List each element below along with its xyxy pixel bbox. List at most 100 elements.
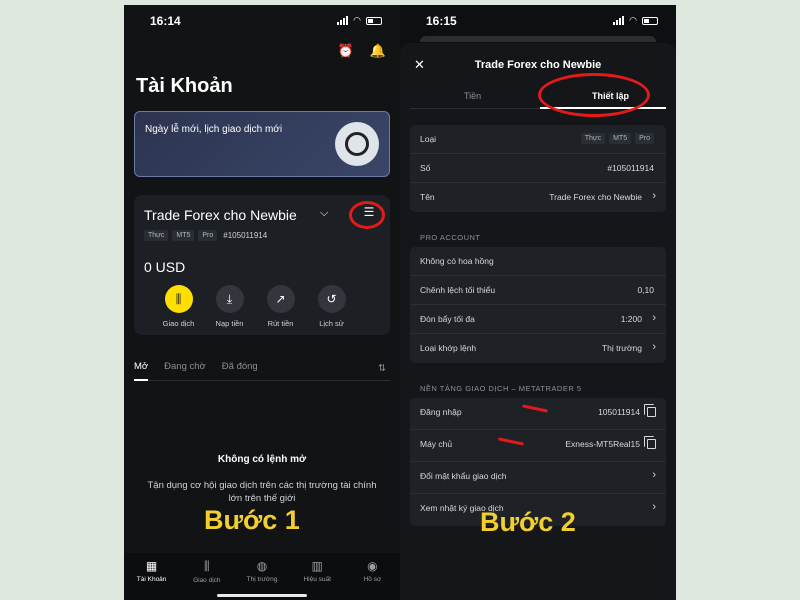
tab-closed[interactable]: Đã đóng: [222, 359, 258, 380]
sheet-backdrop: [420, 36, 656, 42]
row-value: 105011914: [598, 407, 640, 417]
order-tabs: Mở Đang chờ Đã đóng ⇅: [134, 359, 390, 381]
row-value: #105011914: [607, 163, 654, 173]
bell-icon[interactable]: 🔔: [370, 43, 386, 59]
trade-button[interactable]: ⫼ Giao dịch: [162, 285, 195, 328]
account-tag: Thực: [144, 230, 169, 241]
account-settings-sheet: ✕ Trade Forex cho Newbie Tiền Thiết lập …: [400, 43, 676, 600]
account-name[interactable]: Trade Forex cho Newbie: [144, 207, 297, 223]
nav-markets[interactable]: ◍ Thị trường: [234, 553, 289, 600]
withdraw-button[interactable]: ↗ Rút tiền: [264, 285, 297, 328]
section-label: PRO ACCOUNT: [420, 233, 481, 242]
signal-icon: [613, 16, 625, 25]
performance-icon: ▥: [311, 559, 323, 573]
row-key: Đăng nhập: [420, 407, 462, 417]
account-tag: Thực: [580, 133, 606, 144]
alarm-icon[interactable]: ⏰: [338, 43, 354, 59]
nav-accounts[interactable]: ▦ Tài Khoản: [124, 553, 179, 600]
section-label: NỀN TẢNG GIAO DỊCH – METATRADER 5: [420, 384, 582, 393]
accounts-icon: ▦: [145, 559, 158, 573]
row-key: Tên: [420, 192, 435, 202]
battery-icon: [642, 16, 658, 25]
copy-icon[interactable]: [644, 404, 656, 417]
row-key: Loại khớp lệnh: [420, 343, 477, 353]
promo-banner[interactable]: Ngày lễ mới, lịch giao dịch mới: [134, 111, 390, 177]
account-balance: 0 USD: [144, 259, 186, 275]
annotation-circle: [538, 73, 650, 117]
account-card: Trade Forex cho Newbie ⌵ ☰ Thực MT5 Pro …: [134, 195, 390, 335]
info-row-server: Máy chủ Exness-MT5Real15: [410, 430, 666, 462]
sort-icon[interactable]: ⇅: [378, 361, 386, 374]
empty-state-subtitle: Tận dụng cơ hội giao dịch trên các thị t…: [147, 480, 377, 505]
info-row-name[interactable]: Tên Trade Forex cho Newbie ›: [410, 183, 666, 212]
nav-label: Hiệu suất: [303, 576, 331, 583]
history-button[interactable]: ↺ Lịch sử: [315, 285, 348, 328]
status-bar: 16:15 ◠: [400, 5, 676, 35]
row-value: Trade Forex cho Newbie: [549, 192, 642, 202]
copy-icon[interactable]: [644, 436, 656, 449]
home-indicator: [217, 594, 307, 597]
status-time: 16:15: [426, 14, 457, 28]
nav-label: Tài Khoản: [136, 576, 167, 583]
chevron-right-icon: ›: [652, 312, 656, 324]
info-row: Loại Thực MT5 Pro: [410, 125, 666, 154]
history-icon: ↺: [317, 285, 346, 313]
nav-label: Thị trường: [246, 576, 278, 583]
tab-open[interactable]: Mở: [134, 359, 149, 381]
info-row: Không có hoa hồng: [410, 247, 666, 276]
status-bar: 16:14 ◠: [124, 5, 400, 35]
nav-performance[interactable]: ▥ Hiệu suất: [290, 553, 345, 600]
row-key: Chênh lệch tối thiểu: [420, 285, 496, 295]
sheet-title: Trade Forex cho Newbie: [474, 59, 602, 71]
action-label: Nạp tiền: [215, 319, 244, 328]
action-label: Lịch sử: [319, 319, 344, 328]
phone-screen-accounts: 16:14 ◠ ⏰ 🔔 Tài Khoản Ngày lễ mới, lịch …: [124, 5, 400, 600]
chevron-right-icon: ›: [652, 469, 656, 481]
account-tag: MT5: [172, 230, 195, 241]
tab-pending[interactable]: Đang chờ: [164, 359, 206, 380]
nav-trade[interactable]: ⫼ Giao dịch: [179, 553, 234, 600]
annotation-circle: [349, 201, 385, 229]
info-row: Số #105011914: [410, 154, 666, 183]
globe-icon: ◍: [256, 559, 268, 573]
account-tag: Pro: [198, 230, 218, 241]
empty-state-title: Không có lệnh mở: [217, 454, 307, 465]
info-row-leverage[interactable]: Đòn bẩy tối đa 1:200 ›: [410, 305, 666, 334]
trade-icon: ⫼: [204, 559, 210, 573]
nav-profile[interactable]: ◉ Hồ sơ: [345, 553, 400, 600]
signal-icon: [337, 16, 349, 25]
row-key: Không có hoa hồng: [420, 256, 494, 266]
battery-icon: [366, 16, 382, 25]
page-title: Tài Khoản: [136, 75, 233, 97]
account-tag: Pro: [635, 133, 654, 144]
row-key: Đòn bẩy tối đa: [420, 314, 475, 324]
row-key: Số: [420, 163, 431, 173]
banner-text: Ngày lễ mới, lịch giao dịch mới: [145, 124, 283, 135]
row-value: 1:200: [620, 314, 642, 324]
pro-account-group: Không có hoa hồng Chênh lệch tối thiểu 0…: [410, 247, 666, 363]
chevron-right-icon: ›: [652, 501, 656, 513]
action-label: Rút tiền: [267, 319, 294, 328]
row-value: Exness-MT5Real15: [565, 439, 640, 449]
info-row-login: Đăng nhập 105011914: [410, 398, 666, 430]
chevron-right-icon: ›: [652, 341, 656, 353]
deposit-button[interactable]: ⤓ Nạp tiền: [213, 285, 246, 328]
step-label: Bước 1: [204, 505, 300, 535]
chevron-right-icon: ›: [652, 190, 656, 202]
phone-screen-settings: 16:15 ◠ ✕ Trade Forex cho Newbie Tiền Th…: [400, 5, 676, 600]
tab-funds[interactable]: Tiền: [464, 91, 481, 101]
step-label: Bước 2: [480, 507, 576, 537]
trade-icon: ⫼: [164, 285, 193, 313]
status-time: 16:14: [150, 14, 181, 28]
row-key: Loại: [420, 134, 437, 144]
chevron-down-icon[interactable]: ⌵: [320, 207, 328, 220]
withdraw-icon: ↗: [266, 285, 295, 313]
nav-label: Giao dịch: [193, 577, 221, 584]
bottom-nav: ▦ Tài Khoản ⫼ Giao dịch ◍ Thị trường ▥ H…: [124, 553, 400, 600]
account-tag: MT5: [609, 133, 632, 144]
info-row-execution[interactable]: Loại khớp lệnh Thị trường ›: [410, 334, 666, 363]
row-key: Đổi mật khẩu giao dịch: [420, 471, 507, 481]
row-key: Máy chủ: [420, 439, 453, 449]
info-row: Chênh lệch tối thiểu 0,10: [410, 276, 666, 305]
change-password-row[interactable]: Đổi mật khẩu giao dịch ›: [410, 462, 666, 494]
